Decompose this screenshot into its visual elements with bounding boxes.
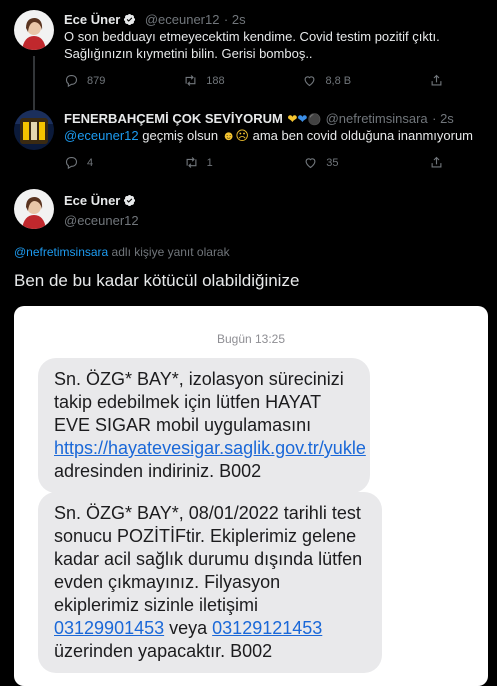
sms-date: Bugün 13:25: [216, 332, 286, 346]
retweet-count: 188: [206, 74, 225, 87]
like-button[interactable]: 35: [303, 155, 339, 170]
like-count: 8,8 B: [325, 74, 352, 87]
share-button[interactable]: [429, 155, 444, 170]
sms-text: adresinden indiriniz. B002: [54, 461, 262, 481]
author-name[interactable]: Ece Üner: [64, 12, 120, 27]
tweet-text-line: O son bedduayı etmeyecektim kendime. Cov…: [64, 29, 440, 44]
football-icon: ⚫: [307, 114, 322, 126]
tweet-time[interactable]: · 2s: [432, 111, 454, 126]
share-icon: [431, 74, 442, 86]
avatar[interactable]: [14, 10, 54, 50]
reply-to-label: adlı kişiye yanıt olarak: [108, 245, 230, 259]
sms-text: veya: [164, 618, 213, 638]
reply-icon: [65, 74, 78, 88]
reply-text-part: ama ben covid olduğuna inanmıyorum: [248, 128, 474, 143]
sms-text: Sn. ÖZG* BAY*, izolasyon sürecinizi taki…: [54, 369, 344, 435]
sms-phone-link[interactable]: 03129901453: [54, 618, 164, 638]
author-handle[interactable]: @eceuner12: [64, 213, 139, 228]
tweet-actions: 4 1 35: [64, 155, 444, 170]
thread-line: [33, 56, 35, 118]
reply-icon: [65, 156, 78, 170]
reply-button[interactable]: 879: [64, 73, 105, 88]
crying-emoji-icon: ☹: [235, 128, 249, 143]
attached-image[interactable]: Bugün 13:25 Sn. ÖZG* BAY*, izolasyon sür…: [14, 306, 488, 686]
yellow-heart-icon: ❤: [287, 112, 298, 126]
heart-icon: [305, 158, 316, 169]
reply-to-context: @nefretimsinsara adlı kişiye yanıt olara…: [14, 245, 230, 259]
mention-link[interactable]: @nefretimsinsara: [14, 245, 108, 259]
tweet-time[interactable]: · 2s: [224, 12, 246, 27]
tweet-header: Ece Üner @eceuner12 · 2s: [64, 11, 246, 29]
verified-badge-icon: [124, 13, 136, 26]
avatar[interactable]: [14, 110, 54, 150]
author-handle[interactable]: @nefretimsinsara: [326, 111, 428, 126]
author-name[interactable]: Ece Üner: [64, 193, 120, 208]
reply-count: 879: [87, 74, 106, 87]
sweat-emoji-icon: ☻: [221, 128, 236, 143]
share-icon: [431, 156, 442, 168]
like-count: 35: [326, 156, 339, 169]
reply-count: 4: [87, 156, 94, 169]
heart-icon: [304, 76, 315, 87]
retweet-icon: [186, 157, 197, 168]
reply-header: FENERBAHÇEMİ ÇOK SEVİYORUM ❤❤⚫ @nefretim…: [64, 110, 454, 128]
author-handle[interactable]: @eceuner12: [145, 12, 220, 27]
reply-text-part: geçmiş olsun: [138, 128, 222, 143]
author-name[interactable]: FENERBAHÇEMİ ÇOK SEVİYORUM: [64, 111, 283, 126]
reply-text: @eceuner12 geçmiş olsun ☻☹ ama ben covid…: [64, 127, 489, 144]
sms-bubble: Sn. ÖZG* BAY*, izolasyon sürecinizi taki…: [38, 358, 370, 493]
verified-badge-icon: [124, 194, 136, 207]
sms-text: üzerinden yapacaktır. B002: [54, 641, 273, 661]
like-button[interactable]: 8,8 B: [302, 73, 351, 88]
tweet-text-line: Sağlığınızın kıymetini bilin. Gerisi bom…: [64, 46, 313, 61]
tweet-text: O son bedduayı etmeyecektim kendime. Cov…: [64, 28, 489, 62]
blue-heart-icon: ❤: [297, 112, 308, 126]
retweet-icon: [185, 75, 196, 86]
tweet-actions: 879 188 8,8 B: [64, 73, 444, 88]
main-tweet-header: Ece Üner @eceuner12: [64, 192, 139, 228]
main-tweet-text: Ben de bu kadar kötücül olabildiğinize: [14, 271, 300, 290]
sms-text: Sn. ÖZG* BAY*, 08/01/2022 tarihli test s…: [54, 503, 363, 615]
sms-link[interactable]: https://hayatevesigar.saglik.gov.tr/yukl…: [54, 438, 366, 458]
share-button[interactable]: [429, 73, 444, 88]
retweet-count: 1: [206, 156, 213, 169]
avatar[interactable]: [14, 189, 54, 229]
reply-button[interactable]: 4: [64, 155, 93, 170]
retweet-button[interactable]: 1: [184, 155, 213, 170]
sms-bubble: Sn. ÖZG* BAY*, 08/01/2022 tarihli test s…: [38, 492, 382, 673]
mention-link[interactable]: @eceuner12: [64, 128, 139, 143]
sms-phone-link[interactable]: 03129121453: [212, 618, 322, 638]
retweet-button[interactable]: 188: [183, 73, 225, 88]
